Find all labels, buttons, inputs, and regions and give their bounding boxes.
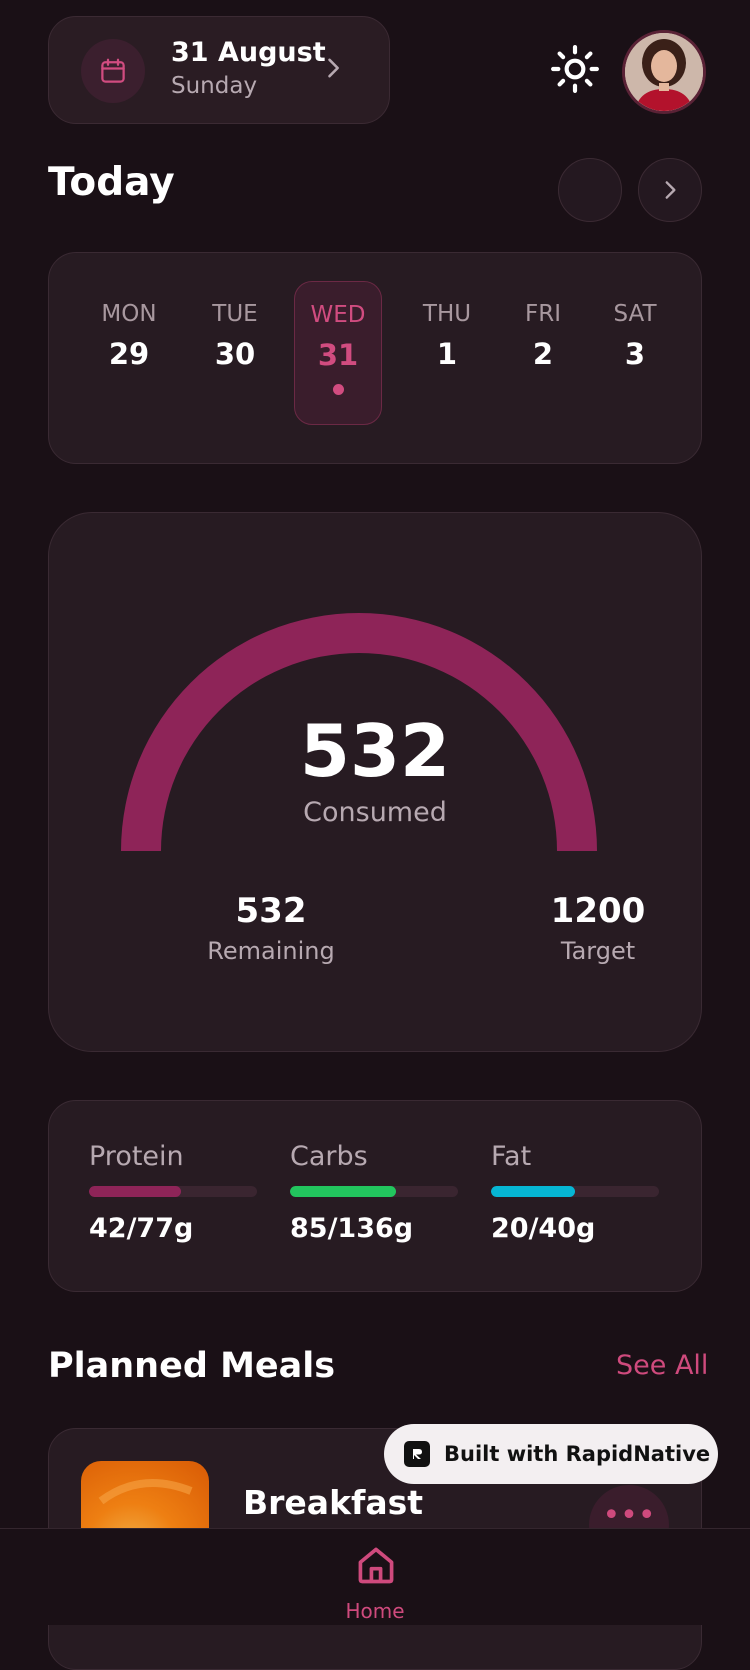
day-name: THU	[422, 301, 472, 327]
day-number: 31	[317, 338, 359, 372]
rapidnative-logo-icon	[404, 1441, 430, 1467]
day-item-selected[interactable]: WED 31	[294, 281, 382, 425]
day-name: SAT	[613, 301, 657, 327]
bottom-navigation: Home	[0, 1528, 750, 1625]
macros-card: Protein 42/77g Carbs 85/136g Fat 20/40g	[48, 1100, 702, 1292]
remaining-value: 532	[235, 891, 307, 931]
see-all-link[interactable]: See All	[616, 1350, 708, 1381]
date-subtitle: Sunday	[171, 73, 258, 99]
previous-day-button[interactable]	[558, 158, 622, 222]
day-item[interactable]: TUE 30	[192, 281, 278, 423]
calorie-summary-card: 532 Consumed 532 Remaining 1200 Target	[48, 512, 702, 1052]
macro-value: 85/136g	[290, 1213, 414, 1244]
next-day-button[interactable]	[638, 158, 702, 222]
macro-value: 20/40g	[491, 1213, 596, 1244]
day-number: 30	[214, 337, 256, 371]
day-number: 3	[624, 337, 646, 371]
macro-label: Fat	[491, 1141, 532, 1172]
page-title: Today	[48, 160, 175, 205]
macro-progress-track	[491, 1186, 659, 1197]
theme-toggle-button[interactable]	[550, 44, 600, 98]
macro-progress-track	[290, 1186, 458, 1197]
remaining-label: Remaining	[207, 937, 335, 965]
day-item[interactable]: SAT 3	[592, 281, 678, 423]
macro-fat: Fat 20/40g	[491, 1141, 659, 1244]
day-item[interactable]: MON 29	[86, 281, 172, 423]
macro-value: 42/77g	[89, 1213, 194, 1244]
macro-label: Carbs	[290, 1141, 368, 1172]
consumed-label: Consumed	[303, 797, 447, 828]
date-title: 31 August	[171, 37, 326, 68]
home-tab-label[interactable]: Home	[0, 1599, 750, 1623]
sun-icon	[551, 45, 599, 93]
macro-carbs: Carbs 85/136g	[290, 1141, 458, 1244]
day-name: MON	[101, 301, 157, 327]
macro-progress-fill	[491, 1186, 575, 1197]
meal-title: Breakfast	[243, 1483, 424, 1522]
built-with-badge[interactable]: Built with RapidNative	[384, 1424, 718, 1484]
avatar[interactable]	[622, 30, 706, 114]
day-item[interactable]: FRI 2	[500, 281, 586, 423]
day-name: FRI	[525, 301, 561, 327]
week-strip: MON 29 TUE 30 WED 31 THU 1 FRI 2 SAT 3	[48, 252, 702, 464]
macro-protein: Protein 42/77g	[89, 1141, 257, 1244]
macro-progress-fill	[89, 1186, 182, 1197]
day-name: TUE	[212, 301, 258, 327]
day-item[interactable]: THU 1	[404, 281, 490, 423]
avatar-image	[625, 33, 703, 111]
target-label: Target	[560, 937, 636, 965]
section-title: Planned Meals	[48, 1346, 336, 1386]
calendar-icon-wrap	[81, 39, 145, 103]
selected-indicator	[332, 384, 344, 395]
macro-progress-fill	[290, 1186, 396, 1197]
badge-text: Built with RapidNative	[444, 1442, 711, 1466]
consumed-value: 532	[299, 709, 451, 793]
day-name: WED	[310, 302, 366, 328]
chevron-right-icon	[665, 181, 676, 199]
target-value: 1200	[550, 891, 646, 931]
day-number: 1	[436, 337, 458, 371]
day-number: 29	[108, 337, 150, 371]
day-number: 2	[532, 337, 554, 371]
macro-label: Protein	[89, 1141, 184, 1172]
r-logo-icon	[413, 1449, 422, 1459]
chevron-right-icon	[328, 58, 339, 78]
home-icon	[358, 1547, 394, 1584]
macro-progress-track	[89, 1186, 257, 1197]
calendar-icon	[101, 58, 125, 83]
home-tab[interactable]	[354, 1543, 398, 1591]
date-selector[interactable]: 31 August Sunday	[48, 16, 390, 124]
